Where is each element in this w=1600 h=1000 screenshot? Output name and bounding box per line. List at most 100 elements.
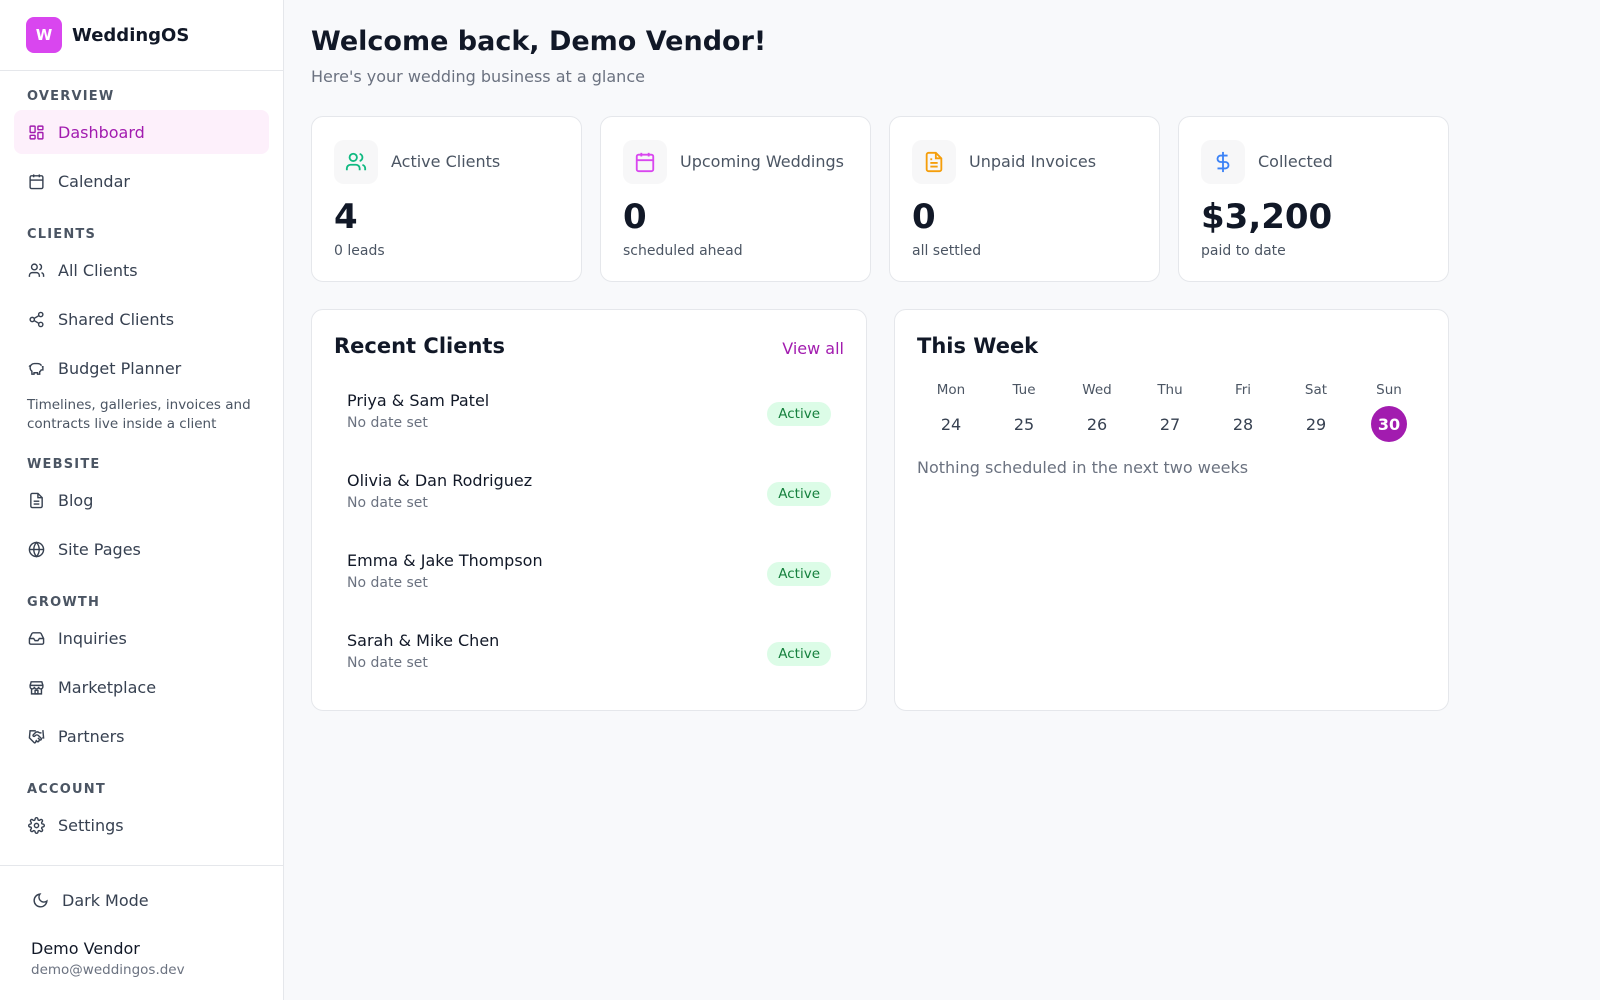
client-name: Olivia & Dan Rodriguez [347,471,533,490]
client-name: Sarah & Mike Chen [347,631,500,650]
sidebar-footer: Dark Mode Demo Vendor demo@weddingos.dev [0,865,283,1000]
stat-card-active-clients[interactable]: Active Clients 4 0 leads [311,116,582,282]
day-name: Mon [936,382,966,398]
client-name: Emma & Jake Thompson [347,551,543,570]
sidebar-item-label: Partners [58,726,125,746]
section-title-clients: CLIENTS [27,227,97,242]
panel-title: This Week [917,334,1039,358]
sidebar-item-label: Site Pages [58,539,141,559]
day-number[interactable]: 25 [1006,406,1042,442]
section-title-website: WEBSITE [27,457,101,472]
stat-label: Collected [1258,152,1333,171]
globe-icon [27,540,45,558]
dark-mode-label: Dark Mode [62,890,149,910]
page-subtitle: Here's your wedding business at a glance [311,67,645,86]
recent-clients-panel: Recent Clients View all Priya & Sam Pate… [311,309,867,711]
status-badge: Active [767,562,831,586]
users-icon [334,140,378,184]
sidebar-item-label: Budget Planner [58,358,182,378]
stat-value: 0 [623,197,647,237]
sidebar-item-marketplace[interactable]: Marketplace [14,665,269,709]
day-column: Fri 28 [1213,380,1273,442]
list-item[interactable]: Emma & Jake Thompson No date set Active [334,542,844,606]
day-number[interactable]: 27 [1152,406,1188,442]
client-date: No date set [347,495,428,511]
list-item[interactable]: Sarah & Mike Chen No date set Active [334,622,844,686]
day-column: Mon 24 [921,380,981,442]
stat-value: $3,200 [1201,197,1333,237]
day-column: Thu 27 [1140,380,1200,442]
sidebar-item-label: Settings [58,815,124,835]
day-number[interactable]: 26 [1079,406,1115,442]
piggy-bank-icon [27,359,45,377]
calendar-icon [623,140,667,184]
status-badge: Active [767,482,831,506]
stat-subtext: all settled [912,243,982,259]
day-name: Sat [1304,382,1328,398]
sidebar-item-label: Dashboard [58,122,145,142]
stat-label: Upcoming Weddings [680,152,844,171]
day-number-today[interactable]: 30 [1371,406,1407,442]
status-badge: Active [767,642,831,666]
list-item[interactable]: Olivia & Dan Rodriguez No date set Activ… [334,462,844,526]
brand-name[interactable]: WeddingOS [72,25,189,46]
stat-label: Unpaid Invoices [969,152,1097,171]
store-icon [27,678,45,696]
stat-subtext: scheduled ahead [623,243,743,259]
sidebar-item-site-pages[interactable]: Site Pages [14,527,269,571]
handshake-icon [27,727,45,745]
list-item[interactable]: Priya & Sam Patel No date set Active [334,382,844,446]
stat-subtext: 0 leads [334,243,385,259]
stat-card-upcoming-weddings[interactable]: Upcoming Weddings 0 scheduled ahead [600,116,871,282]
invoice-icon [912,140,956,184]
day-column: Sun 30 [1359,380,1419,442]
share-icon [27,310,45,328]
dashboard-grid-icon [27,123,45,141]
day-number[interactable]: 28 [1225,406,1261,442]
view-all-link[interactable]: View all [782,339,844,358]
sidebar-item-blog[interactable]: Blog [14,478,269,522]
day-number[interactable]: 29 [1298,406,1334,442]
client-name: Priya & Sam Patel [347,391,490,410]
sidebar-item-label: Inquiries [58,628,127,648]
sidebar-item-calendar[interactable]: Calendar [14,159,269,203]
client-date: No date set [347,655,428,671]
sidebar-item-inquiries[interactable]: Inquiries [14,616,269,660]
stat-card-collected[interactable]: Collected $3,200 paid to date [1178,116,1449,282]
sidebar: W WeddingOS OVERVIEW Dashboard Calendar … [0,0,284,1000]
status-badge: Active [767,402,831,426]
sidebar-item-all-clients[interactable]: All Clients [14,248,269,292]
day-column: Sat 29 [1286,380,1346,442]
day-name: Tue [1012,382,1036,398]
moon-icon [31,891,49,909]
sidebar-item-settings[interactable]: Settings [14,803,269,847]
dark-mode-toggle[interactable]: Dark Mode [18,880,268,920]
clients-help-note: Timelines, galleries, invoices and contr… [27,397,251,432]
brand-logo[interactable]: W [26,17,62,53]
client-date: No date set [347,415,428,431]
day-number[interactable]: 24 [933,406,969,442]
this-week-panel: This Week Mon 24 Tue 25 Wed 26 Thu 27 Fr… [894,309,1449,711]
section-title-growth: GROWTH [27,595,101,610]
sidebar-item-partners[interactable]: Partners [14,714,269,758]
user-email: demo@weddingos.dev [31,962,185,978]
day-name: Fri [1234,382,1252,398]
week-strip: Mon 24 Tue 25 Wed 26 Thu 27 Fri 28 Sat 2… [917,380,1417,446]
sidebar-item-budget-planner[interactable]: Budget Planner [14,346,269,390]
day-column: Wed 26 [1067,380,1127,442]
day-column: Tue 25 [994,380,1054,442]
main-content: Welcome back, Demo Vendor! Here's your w… [284,0,1600,1000]
stat-card-unpaid-invoices[interactable]: Unpaid Invoices 0 all settled [889,116,1160,282]
stat-value: 0 [912,197,936,237]
sidebar-item-label: All Clients [58,260,138,280]
gear-icon [27,816,45,834]
users-icon [27,261,45,279]
user-name[interactable]: Demo Vendor [31,939,140,958]
stat-subtext: paid to date [1201,243,1286,259]
sidebar-item-dashboard[interactable]: Dashboard [14,110,269,154]
section-title-overview: OVERVIEW [27,89,115,104]
document-icon [27,491,45,509]
sidebar-item-shared-clients[interactable]: Shared Clients [14,297,269,341]
day-name: Sun [1376,382,1402,398]
client-date: No date set [347,575,428,591]
